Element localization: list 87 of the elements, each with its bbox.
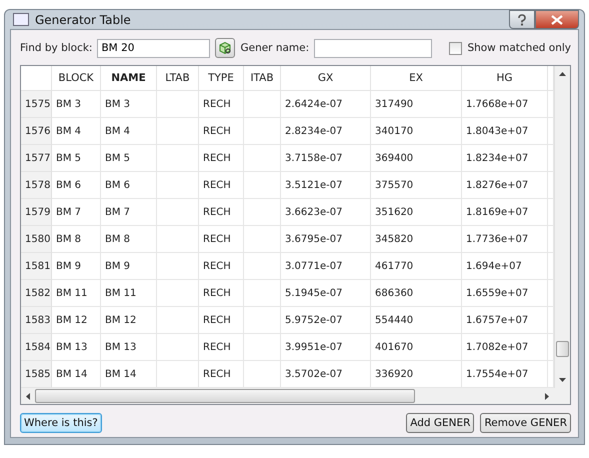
- table-cell: BM 12: [101, 307, 157, 334]
- table-cell: BM 9: [52, 253, 101, 280]
- table-cell: BM 9: [101, 253, 157, 280]
- table-cell: RECH: [199, 253, 244, 280]
- table-cell: BM 11: [101, 280, 157, 307]
- table-cell: BM 13: [52, 334, 101, 361]
- table-cell: BM 3: [52, 91, 101, 118]
- table-cell: 5.1945e-07: [281, 280, 371, 307]
- table-cell: 686360: [371, 280, 462, 307]
- row-header[interactable]: 1581: [21, 253, 52, 280]
- table-cell: 1.7082e+07: [462, 334, 548, 361]
- row-header[interactable]: 1579: [21, 199, 52, 226]
- table-cell: 1.7668e+07: [462, 91, 548, 118]
- table-cell: 1.8169e+07: [462, 199, 548, 226]
- table-cell: 369400: [371, 145, 462, 172]
- table-cell: 1.7736e+07: [462, 226, 548, 253]
- table-cell: 375570: [371, 172, 462, 199]
- table-cell: RECH: [199, 307, 244, 334]
- table-cell: 1.6757e+07: [462, 307, 548, 334]
- table-cell: BM 7: [101, 199, 157, 226]
- table-cell: 3.6795e-07: [281, 226, 371, 253]
- gener-name-label: Gener name:: [240, 42, 310, 54]
- table-cell: 3.7158e-07: [281, 145, 371, 172]
- table-cell: 3.0771e-07: [281, 253, 371, 280]
- table-cell: BM 4: [101, 118, 157, 145]
- show-matched-label: Show matched only: [467, 42, 571, 54]
- table-cell: RECH: [199, 280, 244, 307]
- row-header[interactable]: 1583: [21, 307, 52, 334]
- table-cell: BM 6: [52, 172, 101, 199]
- table-cell: BM 3: [101, 91, 157, 118]
- column-header[interactable]: LTAB: [157, 66, 199, 91]
- table-cell: RECH: [199, 91, 244, 118]
- table-cell: BM 11: [52, 280, 101, 307]
- table-cell: RECH: [199, 334, 244, 361]
- table-cell: BM 12: [52, 307, 101, 334]
- table-cell: 3.5121e-07: [281, 172, 371, 199]
- table-cell: 1.6559e+07: [462, 280, 548, 307]
- table-cell: 2.8234e-07: [281, 118, 371, 145]
- table-cell: 345820: [371, 226, 462, 253]
- table-cell: 1.694e+07: [462, 253, 548, 280]
- table-cell: RECH: [199, 172, 244, 199]
- table-cell: 1.8234e+07: [462, 145, 548, 172]
- table-cell: BM 8: [101, 226, 157, 253]
- column-header[interactable]: NAME: [101, 66, 157, 91]
- column-header[interactable]: HG: [462, 66, 548, 91]
- row-header[interactable]: 1585: [21, 361, 52, 388]
- table-cell: BM 13: [101, 334, 157, 361]
- table-cell: 1.8043e+07: [462, 118, 548, 145]
- table-cell: 554440: [371, 307, 462, 334]
- table-cell: BM 5: [52, 145, 101, 172]
- row-header[interactable]: 1575: [21, 91, 52, 118]
- table-cell: RECH: [199, 199, 244, 226]
- column-header[interactable]: ITAB: [244, 66, 281, 91]
- row-header[interactable]: 1577: [21, 145, 52, 172]
- row-header[interactable]: 1584: [21, 334, 52, 361]
- column-header[interactable]: EX: [371, 66, 462, 91]
- table-cell: 3.9951e-07: [281, 334, 371, 361]
- find-by-block-label: Find by block:: [20, 42, 92, 54]
- column-header[interactable]: TYPE: [199, 66, 244, 91]
- table-cell: 351620: [371, 199, 462, 226]
- column-header[interactable]: GX: [281, 66, 371, 91]
- table-cell: 2.6424e-07: [281, 91, 371, 118]
- table-cell: 401670: [371, 334, 462, 361]
- dialog-button[interactable]: Add GENER: [406, 413, 474, 433]
- table-cell: BM 4: [52, 118, 101, 145]
- table-cell: 461770: [371, 253, 462, 280]
- table-cell: BM 8: [52, 226, 101, 253]
- table-cell: BM 7: [52, 199, 101, 226]
- table-cell: 340170: [371, 118, 462, 145]
- window-title: Generator Table: [35, 12, 131, 26]
- table-cell: RECH: [199, 145, 244, 172]
- row-header[interactable]: 1580: [21, 226, 52, 253]
- row-header[interactable]: 1576: [21, 118, 52, 145]
- table-cell: 5.9752e-07: [281, 307, 371, 334]
- table-cell: RECH: [199, 118, 244, 145]
- table-cell: 3.6623e-07: [281, 199, 371, 226]
- column-header[interactable]: BLOCK: [52, 66, 101, 91]
- where-is-this-button[interactable]: Where is this?: [20, 413, 102, 433]
- dialog-button[interactable]: Remove GENER: [480, 413, 571, 433]
- table-cell: BM 6: [101, 172, 157, 199]
- table-cell: RECH: [199, 226, 244, 253]
- table-cell: 317490: [371, 91, 462, 118]
- block-field[interactable]: BM 20: [97, 38, 210, 58]
- table-cell: BM 5: [101, 145, 157, 172]
- row-header[interactable]: 1578: [21, 172, 52, 199]
- row-header[interactable]: 1582: [21, 280, 52, 307]
- table-cell: 1.8276e+07: [462, 172, 548, 199]
